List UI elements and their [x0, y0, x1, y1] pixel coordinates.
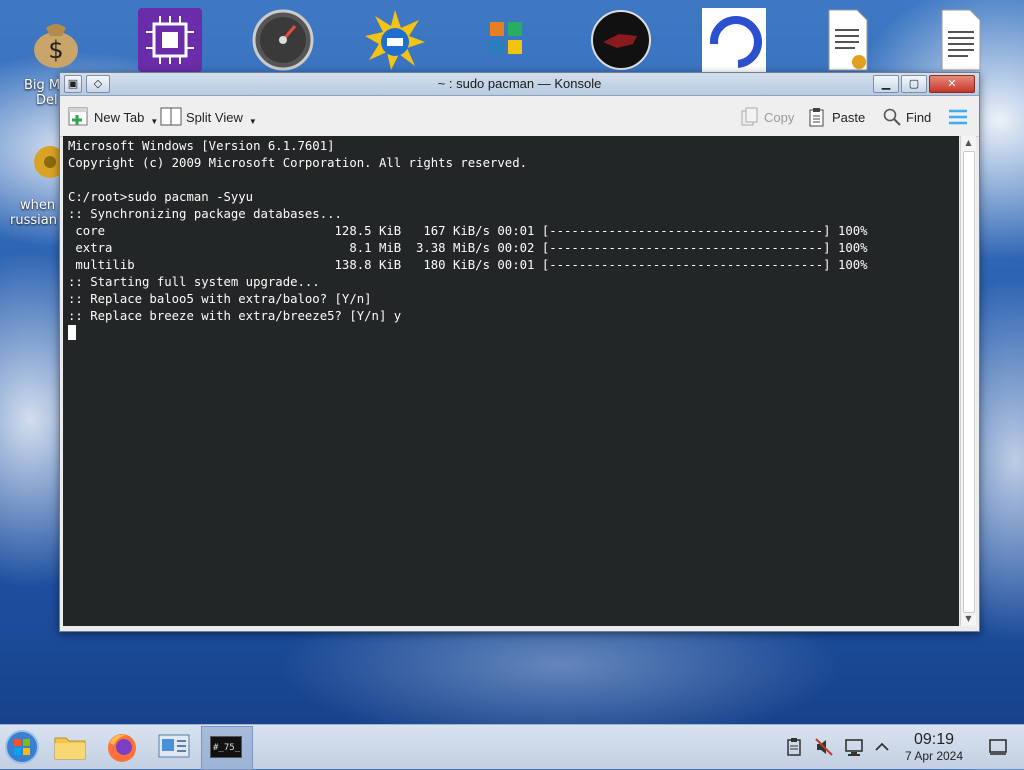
split-view-button[interactable]: Split View ▼ [160, 106, 257, 128]
batch-file-icon [815, 8, 879, 72]
terminal-thumb-text: #_75_ [213, 743, 241, 753]
clock[interactable]: 09:19 7 Apr 2024 [895, 731, 973, 763]
paste-icon [809, 108, 824, 127]
desktop-icon-office[interactable] [458, 8, 558, 72]
sun-disk-icon [363, 8, 427, 72]
terminal-line: extra 8.1 MiB 3.38 MiB/s 00:02 [--------… [68, 241, 868, 255]
terminal-icon: #_75_ [210, 736, 242, 758]
scroll-down-arrow-icon[interactable]: ▼ [961, 612, 976, 626]
firefox-icon[interactable] [104, 729, 140, 765]
control-panel-icon[interactable] [156, 729, 192, 765]
desktop-label-big-money: Big M Del [24, 78, 61, 108]
winlock-icon [702, 8, 766, 72]
terminal-line: multilib 138.8 KiB 180 KiB/s 00:01 [----… [68, 258, 868, 272]
hamburger-menu-icon [949, 109, 967, 125]
copy-icon [741, 107, 758, 126]
desktop-icon-text-file[interactable] [910, 8, 1010, 72]
find-button[interactable]: Find [882, 106, 931, 128]
desktop-icon-kevin-pc[interactable] [233, 8, 333, 72]
split-view-icon [160, 107, 182, 126]
hamburger-menu-button[interactable] [948, 106, 968, 128]
close-button[interactable]: ✕ [929, 75, 975, 93]
paste-button[interactable]: Paste [808, 106, 865, 128]
window-title: ~ : sudo pacman — Konsole [437, 76, 602, 91]
konsole-toolbar: New Tab ▼ Split View ▼ Copy Paste Find [60, 96, 979, 137]
network-icon[interactable] [844, 737, 864, 757]
scroll-up-arrow-icon[interactable]: ▲ [961, 136, 976, 150]
new-tab-label: New Tab [94, 109, 145, 125]
file-manager-icon[interactable] [52, 729, 88, 765]
copy-label: Copy [764, 109, 795, 125]
taskbar: #_75_ 09:19 7 Apr 2024 [0, 724, 1024, 770]
terminal-line: :: Replace baloo5 with extra/baloo? [Y/n… [68, 292, 372, 306]
gauge-icon [251, 8, 315, 72]
desktop-icon-kevinblue[interactable] [345, 8, 445, 72]
terminal-line: Copyright (c) 2009 Microsoft Corporation… [68, 156, 528, 170]
tray-expand-chevron-icon[interactable] [872, 737, 892, 757]
new-tab-button[interactable]: New Tab ▼ [68, 106, 158, 128]
money-bag-icon: $ [24, 8, 88, 72]
terminal-scrollbar[interactable]: ▲ ▼ [960, 136, 976, 626]
window-titlebar[interactable]: ▣ ◇ ~ : sudo pacman — Konsole ▁ ▢ ✕ [60, 73, 979, 96]
new-tab-icon [68, 107, 88, 126]
terminal-line: :: Starting full system upgrade... [68, 275, 320, 289]
show-desktop-icon[interactable] [988, 737, 1008, 757]
clipboard-icon[interactable] [784, 737, 804, 757]
text-file-icon [928, 8, 992, 72]
papers-please-icon [589, 8, 653, 72]
desktop-icon-cpuz[interactable] [120, 8, 220, 72]
taskbar-konsole-button[interactable]: #_75_ [201, 726, 253, 770]
minimize-button[interactable]: ▁ [873, 75, 899, 93]
terminal-line: :: Replace breeze with extra/breeze5? [Y… [68, 309, 402, 323]
cpu-icon [138, 8, 202, 72]
scrollbar-thumb[interactable] [963, 151, 975, 613]
desktop-icon-winlock[interactable] [684, 8, 784, 72]
find-label: Find [906, 109, 932, 125]
split-view-label: Split View [186, 109, 243, 125]
desktop-icon-big-money[interactable]: $ [6, 8, 106, 72]
terminal-line: :: Synchronizing package databases... [68, 207, 342, 221]
terminal-line: core 128.5 KiB 167 KiB/s 00:01 [--------… [68, 224, 868, 238]
terminal-cursor [68, 325, 76, 340]
terminal-output[interactable]: Microsoft Windows [Version 6.1.7601] Cop… [63, 136, 959, 626]
terminal-line: Microsoft Windows [Version 6.1.7601] [68, 139, 335, 153]
search-icon [883, 108, 901, 126]
clock-time: 09:19 [913, 731, 955, 748]
konsole-window: ▣ ◇ ~ : sudo pacman — Konsole ▁ ▢ ✕ New … [59, 72, 980, 632]
terminal-text: Microsoft Windows [Version 6.1.7601] Cop… [63, 136, 959, 342]
copy-button[interactable]: Copy [740, 106, 794, 128]
desktop-icon-papers-please[interactable] [571, 8, 671, 72]
volume-muted-icon[interactable] [814, 737, 834, 757]
desktop-icon-lol-bat[interactable] [797, 8, 897, 72]
clock-date: 7 Apr 2024 [904, 749, 964, 763]
office-icon [476, 8, 540, 72]
svg-text:$: $ [48, 36, 63, 64]
terminal-line: C:/root>sudo pacman -Syyu [68, 190, 254, 204]
new-tab-dropdown-icon[interactable]: ▼ [150, 117, 158, 126]
maximize-button[interactable]: ▢ [901, 75, 927, 93]
start-orb-icon[interactable] [4, 729, 40, 765]
paste-label: Paste [832, 109, 866, 125]
split-view-dropdown-icon[interactable]: ▼ [249, 117, 257, 126]
